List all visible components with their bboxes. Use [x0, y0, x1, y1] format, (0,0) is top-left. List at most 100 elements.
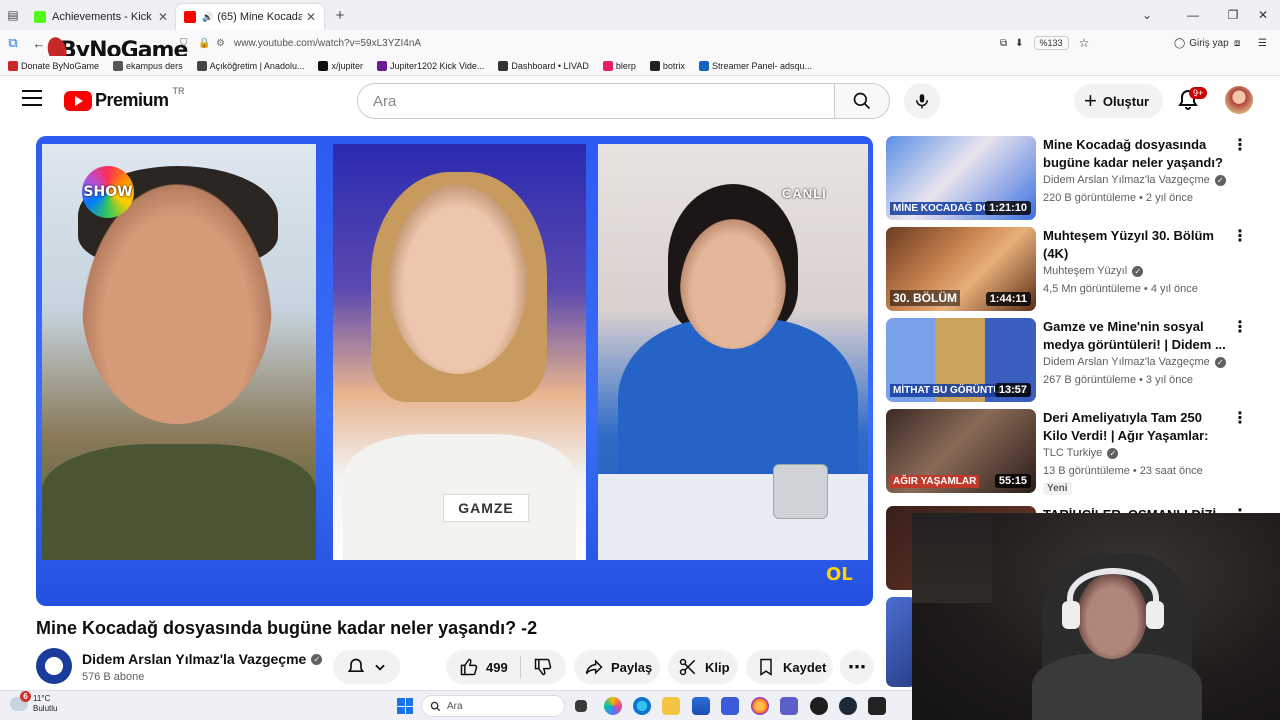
tab-youtube-video[interactable]: 🔊 (65) Mine Kocadağ dosyası ✕	[176, 4, 324, 30]
recommendation-title[interactable]: Deri Ameliyatıyla Tam 250 Kilo Verdi! | …	[1043, 409, 1228, 445]
more-vertical-icon[interactable]: ⋮	[1232, 411, 1248, 427]
close-tab-icon[interactable]: ✕	[158, 10, 168, 24]
url-text[interactable]: www.youtube.com/watch?v=59xL3YZI4nA	[234, 38, 421, 49]
recommendation-meta: 267 B görüntüleme • 3 yıl önce	[1043, 374, 1194, 386]
more-vertical-icon[interactable]: ⋮	[1232, 320, 1248, 336]
clip-button[interactable]: Klip	[668, 650, 738, 684]
search-button[interactable]	[834, 83, 890, 119]
more-actions-button[interactable]: ⋯	[840, 650, 874, 684]
show-tv-logo: SHOW	[82, 166, 134, 218]
avatar[interactable]	[1225, 86, 1253, 114]
like-button[interactable]: 499	[459, 657, 508, 677]
video-player[interactable]: GAMZE SHOW CANLI OL	[36, 136, 873, 606]
recommendation-item[interactable]: AĞIR YAŞAMLAR 55:15 Deri Ameliyatıyla Ta…	[886, 409, 1266, 495]
save-button[interactable]: Kaydet	[746, 650, 833, 684]
video-thumbnail[interactable]: AĞIR YAŞAMLAR 55:15	[886, 409, 1036, 493]
close-tab-icon[interactable]: ✕	[306, 10, 316, 24]
create-button[interactable]: + Oluştur	[1074, 84, 1164, 118]
store-icon[interactable]	[692, 697, 710, 715]
bookmark-star-icon[interactable]: ☆	[1079, 36, 1090, 50]
share-button[interactable]: Paylaş	[574, 650, 660, 684]
video-panel-middle: GAMZE	[333, 144, 586, 560]
recommendation-channel[interactable]: Didem Arslan Yılmaz'la Vazgeçme ✓	[1043, 174, 1226, 186]
mail-icon[interactable]	[721, 697, 739, 715]
maximize-button[interactable]: ❐	[1216, 0, 1250, 30]
tab-overflow-icon[interactable]: ⌄	[1130, 0, 1164, 30]
bookmark-item[interactable]: ekampus ders	[113, 60, 183, 71]
bookmark-item[interactable]: Dashboard • LIVAD	[498, 60, 589, 71]
video-thumbnail[interactable]: MİNE KOCADAĞ DO 1:21:10	[886, 136, 1036, 220]
weather-widget[interactable]: 6 11°C Bulutlu	[10, 691, 57, 714]
bookmark-item[interactable]: botrix	[649, 60, 685, 71]
video-thumbnail[interactable]: MİTHAT BU GÖRÜNTÜLERE 13:57	[886, 318, 1036, 402]
recommendation-title[interactable]: Mine Kocadağ dosyasında bugüne kadar nel…	[1043, 136, 1228, 172]
tab-kick-dashboard[interactable]: Achievements - Kick Dashboard ✕	[26, 4, 176, 30]
file-explorer-icon[interactable]	[662, 697, 680, 715]
search-input[interactable]: Ara	[357, 83, 835, 119]
bookmark-item[interactable]: Donate ByNoGame	[8, 60, 99, 71]
cloud-icon: 6	[10, 691, 31, 711]
firefox-icon[interactable]	[751, 697, 769, 715]
channel-text: Didem Arslan Yılmaz'la Vazgeçme	[1043, 174, 1210, 186]
close-window-button[interactable]: ✕	[1246, 0, 1280, 30]
streamer-webcam	[912, 513, 1280, 720]
view-count: 267 B görüntüleme	[1043, 374, 1136, 386]
save-to-pocket-icon[interactable]: ⬇	[1015, 38, 1023, 49]
address-bar[interactable]: ⛉ 🔒 ⚙ www.youtube.com/watch?v=59xL3YZI4n…	[180, 33, 1000, 53]
recommendation-channel[interactable]: Didem Arslan Yılmaz'la Vazgeçme ✓	[1043, 356, 1226, 368]
task-view-icon[interactable]	[575, 700, 587, 712]
new-badge: Yeni	[1043, 482, 1072, 495]
tab-list-icon[interactable]: ▤	[0, 0, 26, 30]
channel-text: Muhteşem Yüzyıl	[1043, 265, 1128, 277]
zoom-indicator[interactable]: %133	[1033, 36, 1069, 50]
sidebar-toggle-icon[interactable]: ⧉	[0, 30, 26, 56]
recommendation-channel[interactable]: Muhteşem Yüzyıl ✓	[1043, 265, 1144, 277]
recommendation-item[interactable]: MİNE KOCADAĞ DO 1:21:10 Mine Kocadağ dos…	[886, 136, 1266, 220]
steam-icon[interactable]	[839, 697, 857, 715]
edge-icon[interactable]	[633, 697, 651, 715]
permissions-icon[interactable]: ⚙	[216, 38, 230, 49]
taskbar-search-input[interactable]: Ara	[421, 695, 565, 717]
video-panel-right	[598, 144, 868, 560]
face	[388, 184, 528, 374]
voice-search-button[interactable]	[904, 83, 940, 119]
minimize-button[interactable]: —	[1176, 0, 1210, 30]
teams-icon[interactable]	[780, 697, 798, 715]
subscriber-count: 576 B abone	[82, 671, 145, 683]
tracking-shield-icon[interactable]: ⛉	[180, 38, 194, 49]
recommendation-title[interactable]: Muhteşem Yüzyıl 30. Bölüm (4K)	[1043, 227, 1228, 263]
windows-start-icon[interactable]	[397, 698, 413, 714]
bookmark-item[interactable]: Streamer Panel- adsqu...	[698, 60, 812, 71]
lock-icon[interactable]: 🔒	[198, 38, 212, 49]
more-vertical-icon[interactable]: ⋮	[1232, 229, 1248, 245]
bookmark-item[interactable]: Açıköğretim | Anadolu...	[196, 60, 304, 71]
extensions-icon[interactable]: ⧈	[1234, 33, 1240, 53]
obs-icon[interactable]	[810, 697, 828, 715]
bookmark-icon	[318, 60, 329, 71]
recommendation-item[interactable]: MİTHAT BU GÖRÜNTÜLERE 13:57 Gamze ve Min…	[886, 318, 1266, 402]
thumbnail-caption: MİNE KOCADAĞ DO	[890, 202, 994, 215]
youtube-premium-logo[interactable]: Premium TR	[64, 86, 185, 111]
upload-age: 2 yıl önce	[1145, 192, 1194, 204]
epic-games-icon[interactable]	[868, 697, 886, 715]
subscription-bell-button[interactable]	[333, 650, 400, 684]
recommendation-title[interactable]: Gamze ve Mine'nin sosyal medya görüntüle…	[1043, 318, 1228, 354]
bookmark-item[interactable]: x/jupiter	[318, 60, 363, 71]
recommendation-meta: 13 B görüntüleme • 23 saat önce	[1043, 465, 1203, 477]
more-vertical-icon[interactable]: ⋮	[1232, 138, 1248, 154]
copilot-icon[interactable]	[604, 697, 622, 715]
video-thumbnail[interactable]: 30. BÖLÜM 1:44:11	[886, 227, 1036, 311]
signin-button[interactable]: ◯ Giriş yap	[1174, 33, 1229, 53]
channel-name[interactable]: Didem Arslan Yılmaz'la Vazgeçme ✓	[82, 651, 323, 667]
thumbs-down-icon[interactable]	[533, 657, 553, 677]
channel-avatar[interactable]	[36, 648, 72, 684]
recommendation-item[interactable]: 30. BÖLÜM 1:44:11 Muhteşem Yüzyıl 30. Bö…	[886, 227, 1266, 311]
recommendation-channel[interactable]: TLC Turkiye ✓	[1043, 447, 1119, 459]
guide-menu-icon[interactable]	[22, 90, 42, 106]
pip-icon[interactable]: ⧉	[1000, 38, 1007, 49]
new-tab-button[interactable]: +	[328, 7, 352, 24]
speaker-icon[interactable]: 🔊	[202, 12, 213, 23]
bookmark-item[interactable]: Jupiter1202 Kick Vide...	[376, 60, 484, 71]
bookmark-item[interactable]: blerp	[602, 60, 636, 71]
menu-icon[interactable]: ☰	[1258, 33, 1267, 53]
